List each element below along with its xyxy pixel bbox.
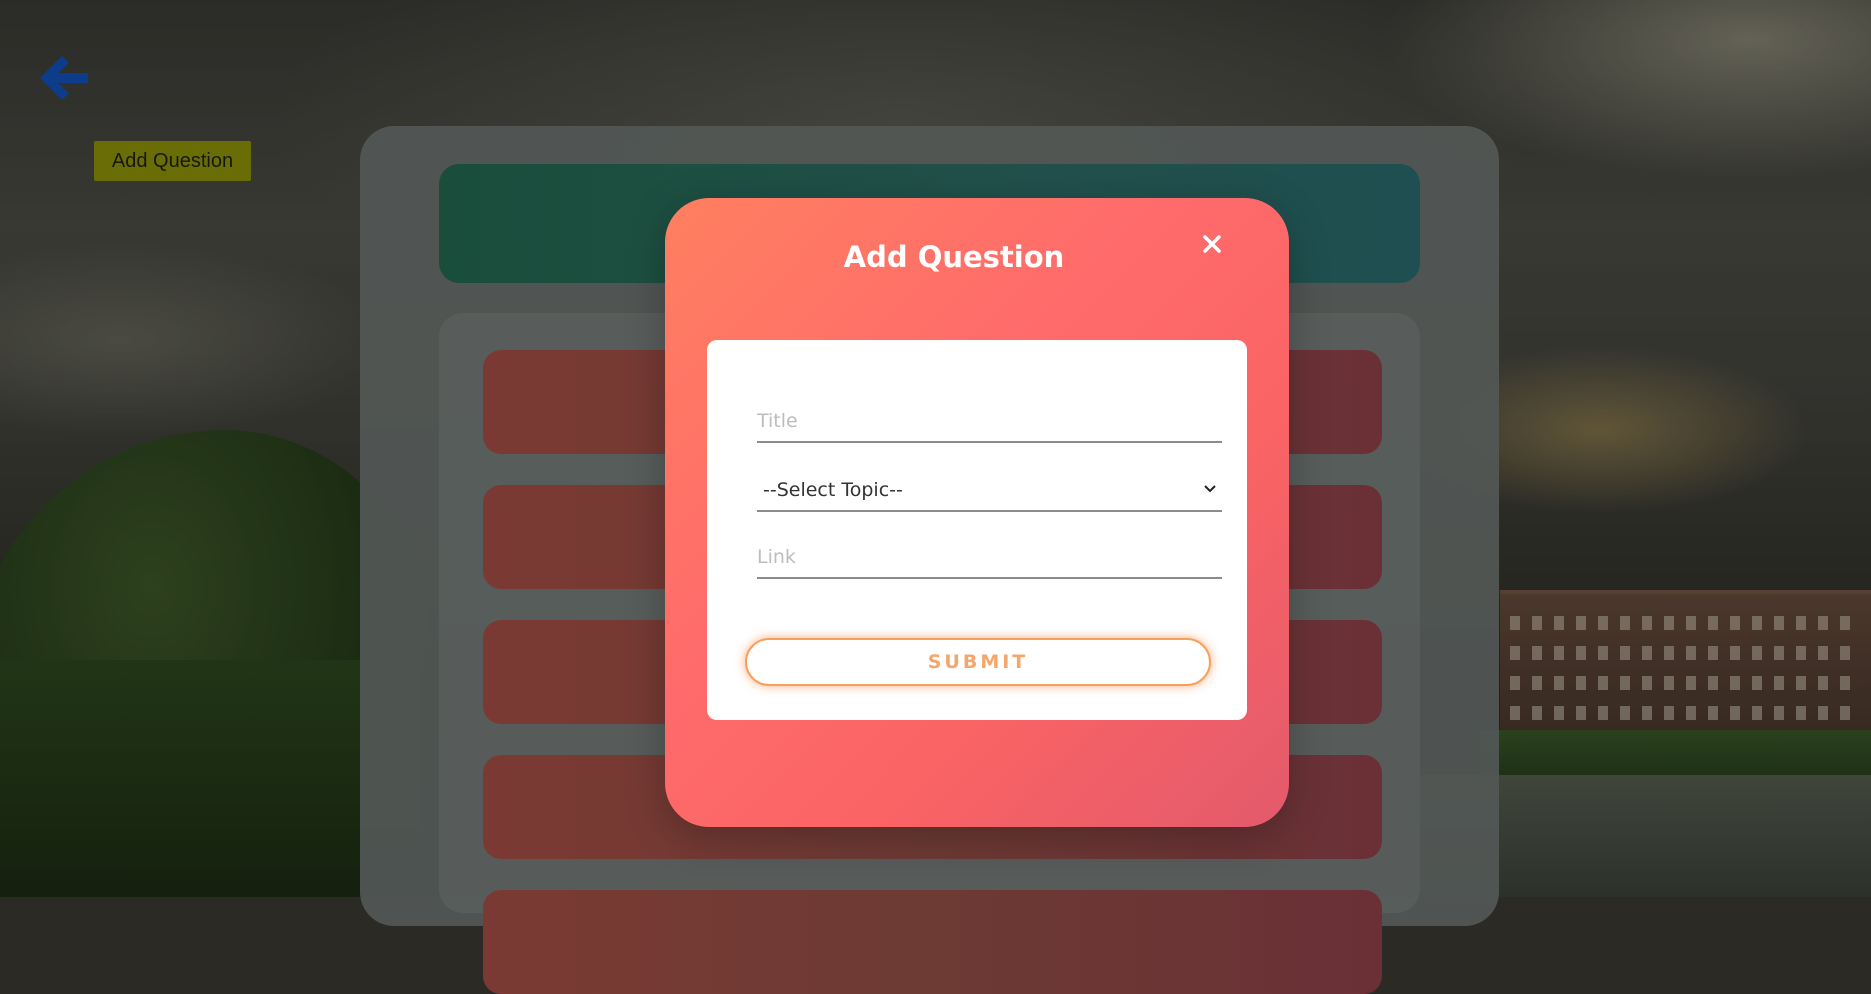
modal-title: Add Question xyxy=(843,240,1065,274)
back-arrow-button[interactable] xyxy=(36,50,92,106)
chevron-down-icon xyxy=(1204,485,1216,493)
arrow-left-icon xyxy=(40,56,88,100)
link-input[interactable] xyxy=(757,537,1222,579)
close-icon xyxy=(1203,235,1221,253)
topic-select[interactable]: --Select Topic-- xyxy=(757,468,1222,512)
add-question-button[interactable]: Add Question xyxy=(94,141,251,181)
submit-button[interactable]: SUBMIT xyxy=(745,638,1211,686)
list-item[interactable] xyxy=(483,890,1382,994)
close-button[interactable] xyxy=(1196,228,1228,260)
topic-select-value: --Select Topic-- xyxy=(763,479,903,501)
title-input[interactable] xyxy=(757,401,1222,443)
